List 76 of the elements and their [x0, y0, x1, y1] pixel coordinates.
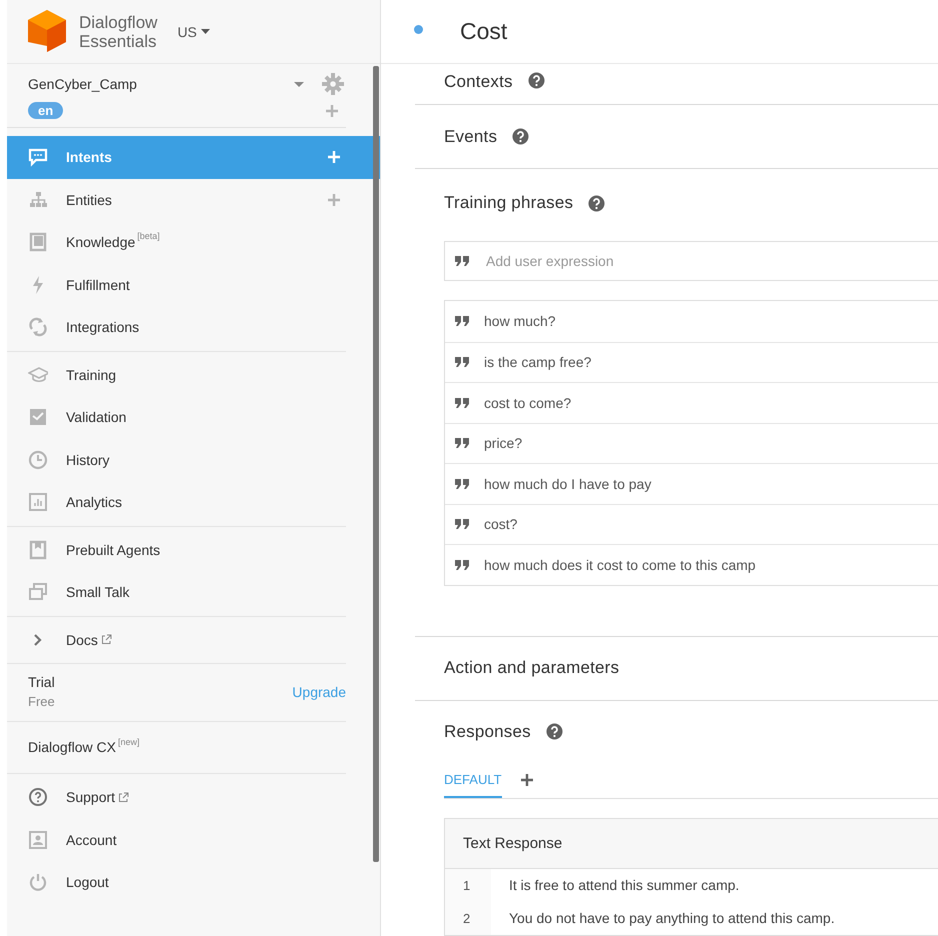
sync-arrows-icon	[28, 317, 48, 338]
nav-item[interactable]: Logout	[7, 861, 380, 904]
nav-item[interactable]: Docs	[7, 618, 380, 661]
training-phrase[interactable]: cost to come?	[484, 394, 572, 411]
external-link-icon	[100, 634, 112, 646]
nav-item[interactable]: Training	[7, 354, 380, 396]
response-text[interactable]: It is free to attend this summer camp.	[491, 877, 740, 893]
scrollbar[interactable]	[373, 66, 379, 862]
nav-item[interactable]: Prebuilt Agents	[7, 528, 380, 571]
quote-icon	[455, 398, 469, 408]
external-link-icon	[118, 792, 130, 803]
nav-item[interactable]: History	[7, 438, 380, 481]
quote-icon	[455, 438, 469, 448]
quote-icon	[455, 560, 469, 570]
card-title: Text Response	[445, 818, 938, 868]
help-icon[interactable]	[512, 128, 530, 145]
clock-icon	[28, 450, 48, 470]
plan-name: Trial	[28, 674, 55, 690]
bookmark-box-icon	[28, 540, 48, 560]
training-phrase[interactable]: cost?	[484, 516, 518, 532]
product-edition: Essentials	[79, 32, 158, 50]
chat-bubble-icon	[28, 147, 48, 168]
section-title[interactable]: Events	[444, 126, 498, 146]
section-title: Training phrases	[444, 193, 574, 213]
training-phrase[interactable]: how much do I have to pay	[484, 476, 652, 492]
nav-item[interactable]: Small Talk	[7, 571, 380, 614]
section-title[interactable]: Action and parameters	[444, 658, 620, 678]
nav-item[interactable]: Knowledge$^{[beta]}$	[7, 221, 380, 264]
phrase-input-field[interactable]: Add user expression	[444, 241, 938, 281]
line-number: 2	[445, 902, 491, 934]
checkbox-icon	[28, 407, 48, 428]
bar-chart-icon	[28, 492, 48, 512]
badge-label: [beta]	[137, 231, 160, 241]
section-title[interactable]: Contexts	[444, 72, 513, 92]
quote-icon	[455, 478, 469, 489]
badge-label: [new]	[118, 737, 140, 747]
quote-icon	[455, 256, 469, 266]
stacked-windows-icon	[28, 582, 48, 602]
help-icon	[28, 787, 48, 808]
nav-item[interactable]: Fulfillment	[7, 264, 380, 306]
response-text[interactable]: You do not have to pay anything to attend this camp.	[491, 910, 835, 926]
region-dropdown[interactable]: US	[175, 22, 212, 42]
help-icon[interactable]	[588, 194, 606, 212]
quote-icon	[455, 316, 469, 326]
caret-icon[interactable]	[294, 82, 304, 86]
book-icon	[28, 232, 48, 252]
nav-item[interactable]: Validation	[7, 396, 380, 438]
text-input[interactable]: Add user expression	[484, 252, 938, 270]
nav-item[interactable]: Entities	[7, 178, 380, 221]
line-number: 1	[445, 868, 491, 902]
help-icon[interactable]	[546, 723, 563, 740]
section-title: Responses	[444, 722, 531, 742]
training-phrase[interactable]: is the camp free?	[484, 354, 592, 370]
training-phrase[interactable]: price?	[484, 435, 522, 452]
hierarchy-icon	[28, 190, 48, 210]
nav-item[interactable]: Integrations	[7, 306, 380, 348]
nav-item[interactable]: Analytics	[7, 481, 380, 524]
quote-icon	[455, 519, 469, 530]
help-icon[interactable]	[528, 72, 545, 89]
graduation-cap-icon	[28, 364, 48, 385]
caret-icon	[200, 29, 210, 34]
nav-item[interactable]: Support	[7, 776, 380, 818]
agent-name[interactable]: GenCyber_Camp	[28, 76, 294, 92]
person-card-icon	[28, 830, 48, 850]
product-name: Dialogflow	[79, 12, 158, 32]
training-phrase[interactable]: how much does it cost to come to this camp	[484, 556, 756, 573]
add-icon[interactable]	[520, 773, 534, 787]
training-phrase[interactable]: how much?	[484, 313, 556, 330]
settings-icon[interactable]	[322, 73, 344, 95]
status-dot-icon	[414, 25, 423, 34]
nav-link[interactable]: Dialogflow CX	[28, 739, 116, 755]
plan-tier-label: Free	[28, 694, 55, 709]
power-icon	[28, 872, 48, 892]
quote-icon	[455, 357, 469, 368]
intent-title: Cost	[460, 18, 508, 45]
nav-item[interactable]: Account	[7, 818, 380, 861]
